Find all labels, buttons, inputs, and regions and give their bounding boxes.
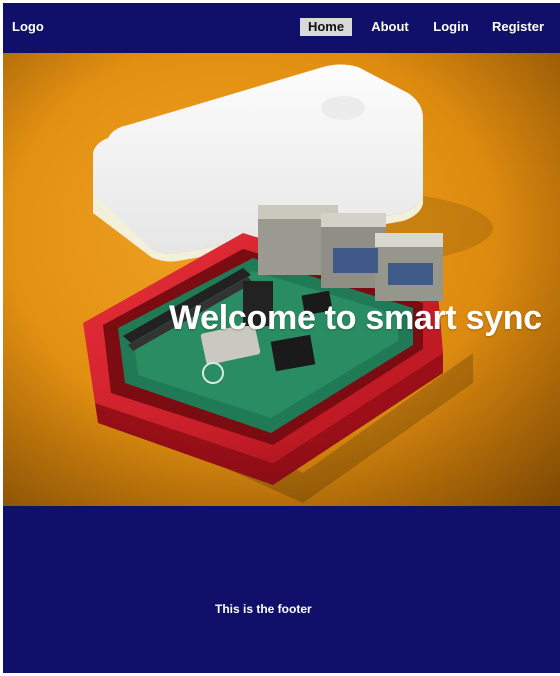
hero-title: Welcome to smart sync <box>169 299 542 337</box>
navbar: Logo Home About Login Register <box>3 3 560 53</box>
footer: This is the footer <box>3 506 560 673</box>
page-frame: Logo Home About Login Register Welcome t… <box>3 3 560 673</box>
hero-image <box>3 53 560 506</box>
nav-register-link[interactable]: Register <box>490 18 546 36</box>
hero-section: Welcome to smart sync <box>3 53 560 506</box>
footer-text: This is the footer <box>215 602 312 616</box>
nav-home-link[interactable]: Home <box>300 18 352 36</box>
nav-about-link[interactable]: About <box>367 18 413 36</box>
nav-login-link[interactable]: Login <box>430 18 472 36</box>
logo[interactable]: Logo <box>12 19 44 34</box>
